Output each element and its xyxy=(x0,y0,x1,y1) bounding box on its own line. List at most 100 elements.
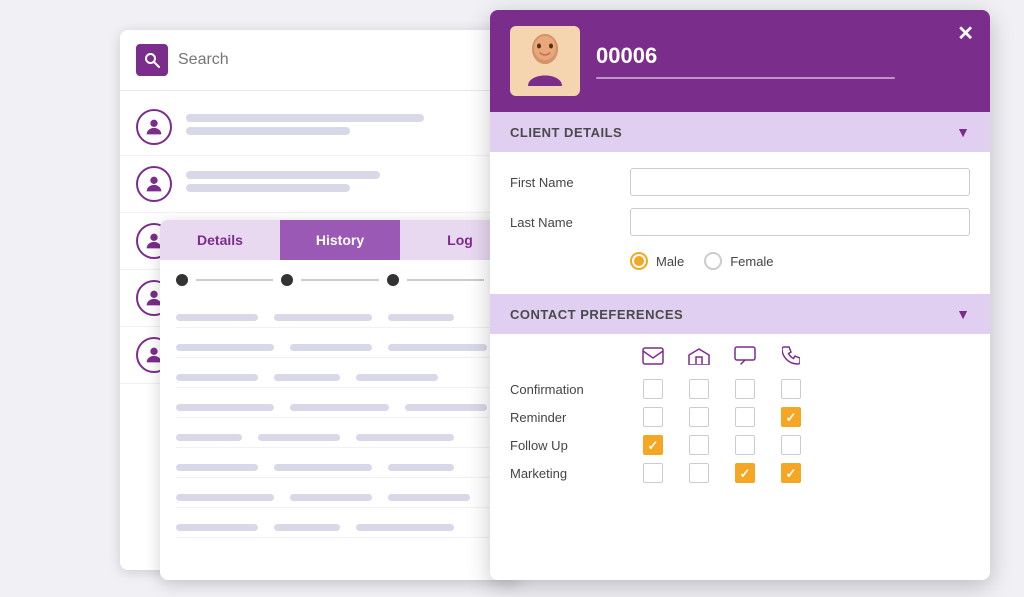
last-name-label: Last Name xyxy=(510,215,630,230)
header-info: 00006 xyxy=(596,43,970,79)
chat-icon xyxy=(722,346,768,371)
close-button[interactable]: ✕ xyxy=(957,24,974,44)
table-row[interactable] xyxy=(176,398,504,418)
preference-checkbox-cell xyxy=(722,435,768,455)
table-row[interactable] xyxy=(176,308,504,328)
email-open-icon xyxy=(676,347,722,370)
checkbox[interactable] xyxy=(735,435,755,455)
progress-line xyxy=(407,279,484,281)
preference-row: Confirmation xyxy=(510,379,970,399)
first-name-input[interactable] xyxy=(630,168,970,196)
preference-row: Marketing ✓ ✓ xyxy=(510,463,970,483)
client-details-title: CLIENT DETAILS xyxy=(510,125,622,140)
preference-row: Follow Up ✓ xyxy=(510,435,970,455)
preference-row-label: Follow Up xyxy=(510,438,630,453)
checkbox[interactable]: ✓ xyxy=(735,463,755,483)
phone-icon xyxy=(768,346,814,371)
preference-row-label: Reminder xyxy=(510,410,630,425)
preference-row-label: Marketing xyxy=(510,466,630,481)
checkbox[interactable] xyxy=(781,379,801,399)
tab-content xyxy=(160,300,520,556)
checkbox[interactable] xyxy=(643,407,663,427)
progress-line xyxy=(301,279,378,281)
last-name-input[interactable] xyxy=(630,208,970,236)
check-mark-icon: ✓ xyxy=(786,467,797,480)
client-details-header: CLIENT DETAILS ▼ xyxy=(490,112,990,152)
checkbox[interactable] xyxy=(735,407,755,427)
checkbox[interactable] xyxy=(643,379,663,399)
preference-checkbox-cell: ✓ xyxy=(768,463,814,483)
female-radio-circle[interactable] xyxy=(704,252,722,270)
table-row[interactable] xyxy=(176,368,504,388)
avatar xyxy=(136,109,172,145)
male-label: Male xyxy=(656,254,684,269)
list-item[interactable] xyxy=(120,99,500,156)
table-row[interactable] xyxy=(176,428,504,448)
preference-row-label: Confirmation xyxy=(510,382,630,397)
chevron-down-icon[interactable]: ▼ xyxy=(956,124,970,140)
tab-history[interactable]: History xyxy=(280,220,400,260)
preference-checkbox-cell xyxy=(630,407,676,427)
check-mark-icon: ✓ xyxy=(786,411,797,424)
preference-checkbox-cell xyxy=(676,379,722,399)
search-input[interactable] xyxy=(178,51,484,69)
preference-checkbox-cell xyxy=(630,379,676,399)
chevron-down-icon[interactable]: ▼ xyxy=(956,306,970,322)
preferences-table: ConfirmationReminder✓Follow Up✓Marketing… xyxy=(490,334,990,503)
gender-radio-group: Male Female xyxy=(510,248,970,278)
search-bar xyxy=(120,30,500,91)
list-item[interactable] xyxy=(120,156,500,213)
avatar xyxy=(136,166,172,202)
preference-checkbox-cell xyxy=(722,379,768,399)
preference-row: Reminder ✓ xyxy=(510,407,970,427)
table-row[interactable] xyxy=(176,338,504,358)
checkbox[interactable]: ✓ xyxy=(643,435,663,455)
tabs-header: Details History Log xyxy=(160,220,520,260)
checkbox[interactable]: ✓ xyxy=(781,463,801,483)
detail-header: 00006 ✕ xyxy=(490,10,990,112)
client-fields: First Name Last Name Male Female xyxy=(490,152,990,294)
checkbox[interactable] xyxy=(643,463,663,483)
progress-step xyxy=(176,274,188,286)
contact-preferences-header: CONTACT PREFERENCES ▼ xyxy=(490,294,990,334)
gender-female-option[interactable]: Female xyxy=(704,252,773,270)
last-name-row: Last Name xyxy=(510,208,970,236)
checkbox[interactable]: ✓ xyxy=(781,407,801,427)
preference-checkbox-cell: ✓ xyxy=(768,407,814,427)
preference-checkbox-cell xyxy=(676,435,722,455)
tab-details[interactable]: Details xyxy=(160,220,280,260)
detail-line xyxy=(186,184,350,192)
table-row[interactable] xyxy=(176,488,504,508)
preferences-header-row xyxy=(510,346,970,371)
checkbox[interactable] xyxy=(689,463,709,483)
checkbox[interactable] xyxy=(689,435,709,455)
preference-checkbox-cell xyxy=(768,435,814,455)
id-underline xyxy=(596,77,895,79)
first-name-label: First Name xyxy=(510,175,630,190)
table-row[interactable] xyxy=(176,518,504,538)
preference-checkbox-cell: ✓ xyxy=(722,463,768,483)
female-label: Female xyxy=(730,254,773,269)
table-row[interactable] xyxy=(176,458,504,478)
email-icon xyxy=(630,347,676,370)
detail-panel: 00006 ✕ CLIENT DETAILS ▼ First Name Last… xyxy=(490,10,990,580)
checkbox[interactable] xyxy=(689,379,709,399)
preferences-rows: ConfirmationReminder✓Follow Up✓Marketing… xyxy=(510,379,970,483)
contact-preferences-section: ConfirmationReminder✓Follow Up✓Marketing… xyxy=(490,334,990,503)
check-mark-icon: ✓ xyxy=(740,467,751,480)
preference-checkbox-cell xyxy=(676,463,722,483)
checkbox[interactable] xyxy=(735,379,755,399)
checkbox[interactable] xyxy=(781,435,801,455)
progress-bar xyxy=(160,260,520,300)
male-radio-dot xyxy=(634,256,644,266)
gender-male-option[interactable]: Male xyxy=(630,252,684,270)
checkbox[interactable] xyxy=(689,407,709,427)
client-id: 00006 xyxy=(596,43,970,69)
preference-checkbox-cell: ✓ xyxy=(630,435,676,455)
detail-line xyxy=(186,127,350,135)
male-radio-circle[interactable] xyxy=(630,252,648,270)
search-icon[interactable] xyxy=(136,44,168,76)
first-name-row: First Name xyxy=(510,168,970,196)
progress-step xyxy=(387,274,399,286)
preference-checkbox-cell xyxy=(722,407,768,427)
